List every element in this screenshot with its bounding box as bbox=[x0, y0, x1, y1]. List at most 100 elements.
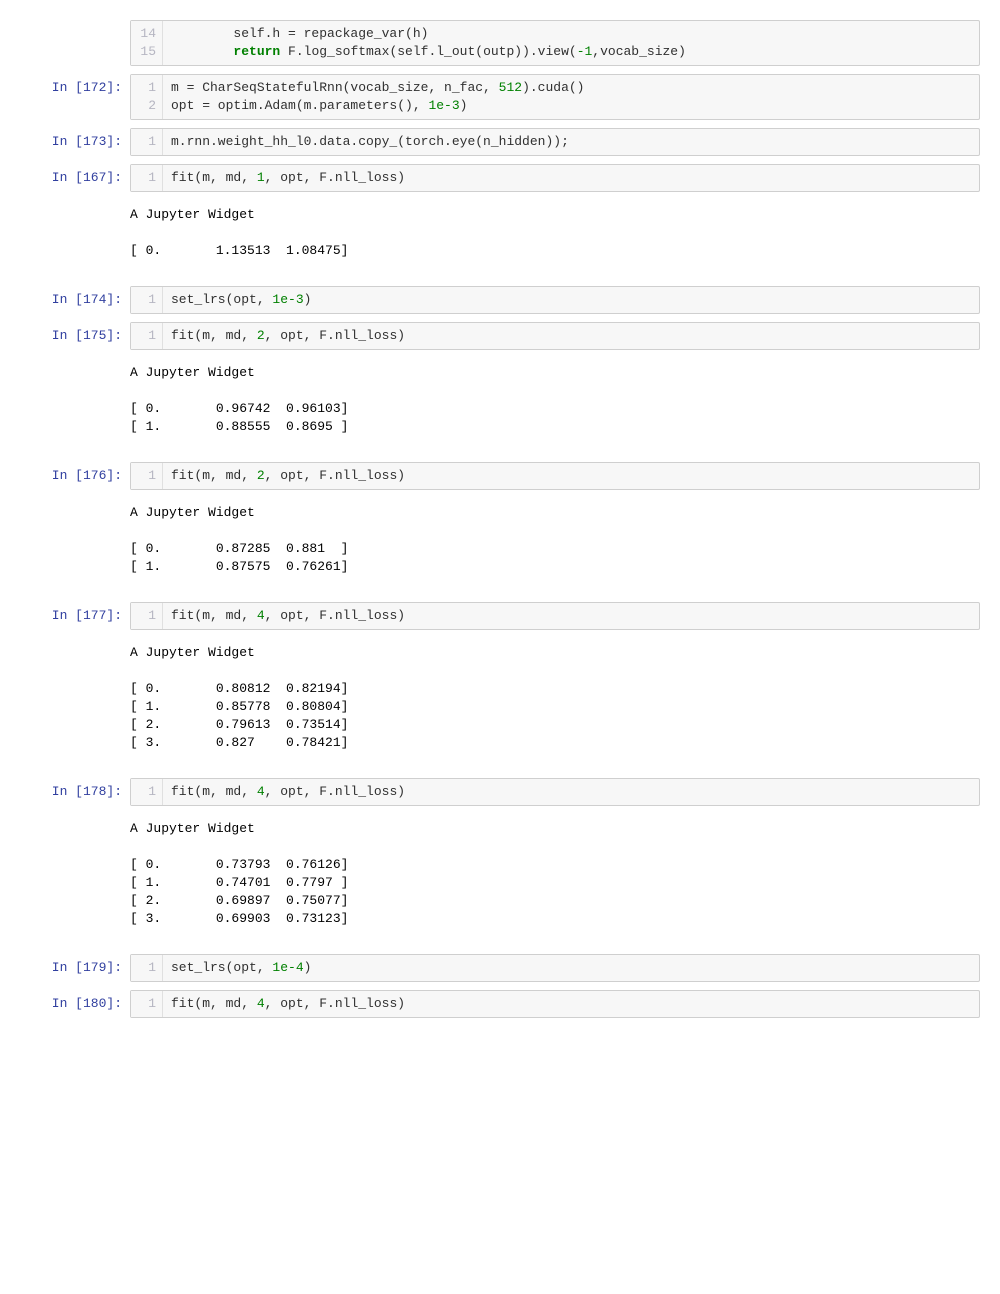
code-input-area[interactable]: 1 fit(m, md, 4, opt, F.nll_loss) bbox=[130, 990, 980, 1018]
number-token: 4 bbox=[257, 996, 265, 1011]
line-number: 1 bbox=[131, 327, 156, 345]
code-text[interactable]: set_lrs(opt, 1e-3) bbox=[163, 287, 979, 313]
line-number: 14 bbox=[131, 25, 156, 43]
code-text[interactable]: fit(m, md, 4, opt, F.nll_loss) bbox=[163, 991, 979, 1017]
number-token: -1 bbox=[577, 44, 593, 59]
code-token: , opt, F.nll_loss) bbox=[265, 996, 405, 1011]
output-cell: .A Jupyter Widget [ 0. 0.87285 0.881 ] [… bbox=[20, 498, 980, 580]
code-input-area[interactable]: 1 fit(m, md, 1, opt, F.nll_loss) bbox=[130, 164, 980, 192]
code-input-area[interactable]: 1 fit(m, md, 4, opt, F.nll_loss) bbox=[130, 778, 980, 806]
output-cell: .A Jupyter Widget [ 0. 0.80812 0.82194] … bbox=[20, 638, 980, 756]
code-token: fit(m, md, bbox=[171, 468, 257, 483]
code-input-area[interactable]: 1415 self.h = repackage_var(h) return F.… bbox=[130, 20, 980, 66]
line-number-gutter: 1 bbox=[131, 991, 163, 1017]
line-number-gutter: 1 bbox=[131, 955, 163, 981]
code-text[interactable]: fit(m, md, 4, opt, F.nll_loss) bbox=[163, 603, 979, 629]
code-text[interactable]: fit(m, md, 2, opt, F.nll_loss) bbox=[163, 323, 979, 349]
number-token: 1e-4 bbox=[272, 960, 303, 975]
output-prompt: . bbox=[20, 498, 130, 519]
code-input-area[interactable]: 12 m = CharSeqStatefulRnn(vocab_size, n_f… bbox=[130, 74, 980, 120]
code-token: set_lrs(opt, bbox=[171, 292, 272, 307]
line-number-gutter: 1 bbox=[131, 287, 163, 313]
line-number: 1 bbox=[131, 959, 156, 977]
line-number: 1 bbox=[131, 607, 156, 625]
code-text[interactable]: set_lrs(opt, 1e-4) bbox=[163, 955, 979, 981]
output-cell: .A Jupyter Widget [ 0. 0.96742 0.96103] … bbox=[20, 358, 980, 440]
code-token: fit(m, md, bbox=[171, 328, 257, 343]
code-token: opt = optim.Adam(m.parameters(), bbox=[171, 98, 428, 113]
line-number: 1 bbox=[131, 133, 156, 151]
code-text[interactable]: fit(m, md, 2, opt, F.nll_loss) bbox=[163, 463, 979, 489]
input-prompt: In [172]: bbox=[20, 74, 130, 95]
line-number: 15 bbox=[131, 43, 156, 61]
line-number-gutter: 1415 bbox=[131, 21, 163, 65]
code-token bbox=[171, 44, 233, 59]
number-token: 1e-3 bbox=[428, 98, 459, 113]
output-cell: .A Jupyter Widget [ 0. 1.13513 1.08475] bbox=[20, 200, 980, 264]
code-input-area[interactable]: 1set_lrs(opt, 1e-3) bbox=[130, 286, 980, 314]
line-number-gutter: 1 bbox=[131, 463, 163, 489]
output-prompt: . bbox=[20, 638, 130, 659]
code-cell: In [173]:1 m.rnn.weight_hh_l0.data.copy_(… bbox=[20, 128, 980, 156]
line-number-gutter: 1 bbox=[131, 165, 163, 191]
code-cell: In [176]:1 fit(m, md, 2, opt, F.nll_loss) bbox=[20, 462, 980, 490]
line-number-gutter: 1 bbox=[131, 779, 163, 805]
input-prompt: In [176]: bbox=[20, 462, 130, 483]
input-prompt: In [173]: bbox=[20, 128, 130, 149]
code-cell: In [174]:1set_lrs(opt, 1e-3) bbox=[20, 286, 980, 314]
line-number: 1 bbox=[131, 79, 156, 97]
line-number-gutter: 1 bbox=[131, 323, 163, 349]
output-text: A Jupyter Widget [ 0. 0.87285 0.881 ] [ … bbox=[130, 498, 980, 580]
code-text[interactable]: m.rnn.weight_hh_l0.data.copy_(torch.eye(… bbox=[163, 129, 979, 155]
code-token: , opt, F.nll_loss) bbox=[265, 784, 405, 799]
code-text[interactable]: m = CharSeqStatefulRnn(vocab_size, n_fac… bbox=[163, 75, 979, 119]
output-prompt: . bbox=[20, 200, 130, 221]
line-number-gutter: 12 bbox=[131, 75, 163, 119]
line-number: 1 bbox=[131, 169, 156, 187]
code-text[interactable]: fit(m, md, 4, opt, F.nll_loss) bbox=[163, 779, 979, 805]
code-token: ) bbox=[304, 960, 312, 975]
code-token: ) bbox=[304, 292, 312, 307]
input-prompt: In [174]: bbox=[20, 286, 130, 307]
code-input-area[interactable]: 1 fit(m, md, 2, opt, F.nll_loss) bbox=[130, 322, 980, 350]
code-input-area[interactable]: 1 set_lrs(opt, 1e-4) bbox=[130, 954, 980, 982]
input-prompt: . bbox=[20, 20, 130, 41]
code-token: m = CharSeqStatefulRnn(vocab_size, n_fac… bbox=[171, 80, 499, 95]
code-token: , opt, F.nll_loss) bbox=[265, 468, 405, 483]
code-token: fit(m, md, bbox=[171, 170, 257, 185]
output-text: A Jupyter Widget [ 0. 0.80812 0.82194] [… bbox=[130, 638, 980, 756]
number-token: 2 bbox=[257, 328, 265, 343]
number-token: 2 bbox=[257, 468, 265, 483]
code-token: ).cuda() bbox=[522, 80, 584, 95]
input-prompt: In [167]: bbox=[20, 164, 130, 185]
code-token: F.log_softmax(self.l_out(outp)).view( bbox=[280, 44, 576, 59]
code-cell: In [178]:1fit(m, md, 4, opt, F.nll_loss) bbox=[20, 778, 980, 806]
input-prompt: In [180]: bbox=[20, 990, 130, 1011]
code-token: , opt, F.nll_loss) bbox=[265, 170, 405, 185]
notebook-container: .1415 self.h = repackage_var(h) return F… bbox=[0, 0, 1000, 1066]
code-text[interactable]: fit(m, md, 1, opt, F.nll_loss) bbox=[163, 165, 979, 191]
code-input-area[interactable]: 1 m.rnn.weight_hh_l0.data.copy_(torch.eye… bbox=[130, 128, 980, 156]
input-prompt: In [179]: bbox=[20, 954, 130, 975]
output-prompt: . bbox=[20, 358, 130, 379]
code-token: ) bbox=[460, 98, 468, 113]
line-number: 1 bbox=[131, 467, 156, 485]
number-token: 4 bbox=[257, 608, 265, 623]
code-text[interactable]: self.h = repackage_var(h) return F.log_s… bbox=[163, 21, 979, 65]
code-token: ,vocab_size) bbox=[592, 44, 686, 59]
code-cell: In [167]:1 fit(m, md, 1, opt, F.nll_loss) bbox=[20, 164, 980, 192]
code-input-area[interactable]: 1 fit(m, md, 2, opt, F.nll_loss) bbox=[130, 462, 980, 490]
code-token: , opt, F.nll_loss) bbox=[265, 608, 405, 623]
code-token: fit(m, md, bbox=[171, 784, 257, 799]
code-token: m.rnn.weight_hh_l0.data.copy_(torch.eye(… bbox=[171, 134, 569, 149]
code-cell: In [179]:1 set_lrs(opt, 1e-4) bbox=[20, 954, 980, 982]
code-cell: In [180]:1 fit(m, md, 4, opt, F.nll_loss) bbox=[20, 990, 980, 1018]
line-number: 1 bbox=[131, 783, 156, 801]
line-number: 1 bbox=[131, 995, 156, 1013]
code-input-area[interactable]: 1 fit(m, md, 4, opt, F.nll_loss) bbox=[130, 602, 980, 630]
output-text: A Jupyter Widget [ 0. 1.13513 1.08475] bbox=[130, 200, 980, 264]
code-token: set_lrs(opt, bbox=[171, 960, 272, 975]
code-token: self.h = repackage_var(h) bbox=[171, 26, 428, 41]
code-cell: In [177]:1fit(m, md, 4, opt, F.nll_loss) bbox=[20, 602, 980, 630]
input-prompt: In [175]: bbox=[20, 322, 130, 343]
